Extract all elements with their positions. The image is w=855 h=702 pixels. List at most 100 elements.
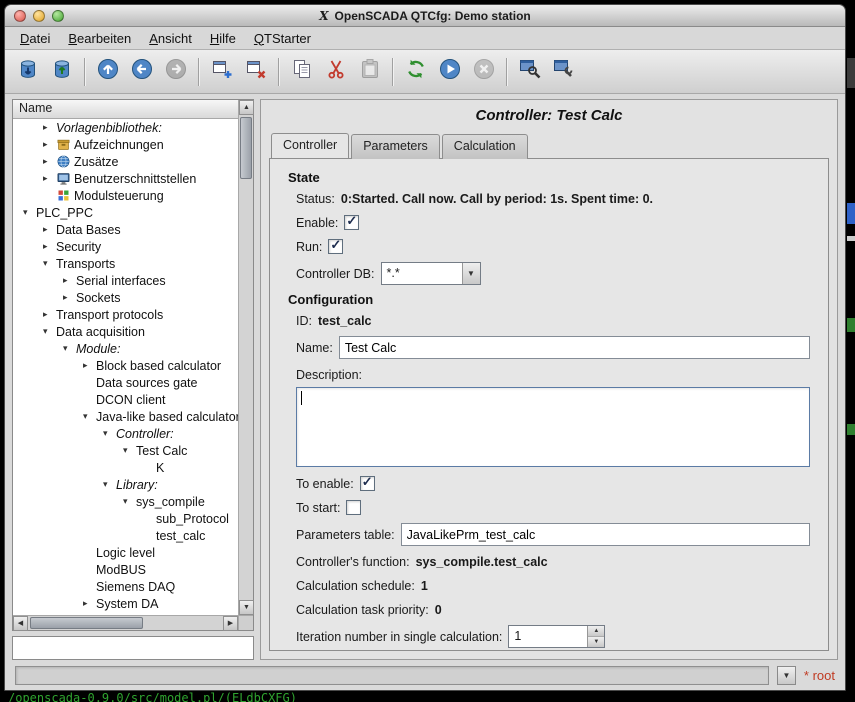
scroll-down-button[interactable]: ▼ bbox=[239, 600, 254, 615]
tree-expander-icon[interactable]: ▸ bbox=[83, 361, 96, 370]
tree-item[interactable]: ▸Vorlagenbibliothek: bbox=[13, 119, 238, 136]
tree-item[interactable]: Data sources gate bbox=[13, 374, 238, 391]
menu-item-qtstarter[interactable]: QTStarter bbox=[245, 29, 320, 48]
tree-item[interactable]: ModBUS bbox=[13, 561, 238, 578]
tree-item[interactable]: ▸Sockets bbox=[13, 289, 238, 306]
menu-item-datei[interactable]: Datei bbox=[11, 29, 59, 48]
tab-calculation[interactable]: Calculation bbox=[442, 134, 528, 159]
close-button[interactable] bbox=[14, 10, 26, 22]
horizontal-scroll-track[interactable] bbox=[28, 616, 223, 630]
tab-parameters[interactable]: Parameters bbox=[351, 134, 440, 159]
menu-item-bearbeiten[interactable]: Bearbeiten bbox=[59, 29, 140, 48]
tree-expander-icon[interactable]: ▸ bbox=[43, 140, 56, 149]
previous-button[interactable] bbox=[125, 55, 159, 89]
to-start-checkbox[interactable] bbox=[346, 500, 361, 515]
tree-expander-icon[interactable]: ▾ bbox=[83, 412, 96, 421]
tree-expander-icon[interactable]: ▾ bbox=[43, 259, 56, 268]
tree-expander-icon[interactable]: ▸ bbox=[43, 242, 56, 251]
minimize-button[interactable] bbox=[33, 10, 45, 22]
tree-expander-icon[interactable]: ▾ bbox=[123, 446, 136, 455]
tree-item[interactable]: Logic level bbox=[13, 544, 238, 561]
tree-item[interactable]: sub_Protocol bbox=[13, 510, 238, 527]
refresh-button[interactable] bbox=[399, 55, 433, 89]
copy-button[interactable] bbox=[285, 55, 319, 89]
spin-down-icon[interactable]: ▼ bbox=[588, 637, 604, 647]
tree-item[interactable]: ▾sys_compile bbox=[13, 493, 238, 510]
menu-item-ansicht[interactable]: Ansicht bbox=[140, 29, 201, 48]
tree-expander-icon[interactable]: ▾ bbox=[123, 497, 136, 506]
tree-expander-icon[interactable]: ▸ bbox=[43, 310, 56, 319]
scroll-left-button[interactable]: ◀ bbox=[13, 616, 28, 631]
tree-item[interactable]: ▸Block based calculator bbox=[13, 357, 238, 374]
enable-checkbox[interactable] bbox=[344, 215, 359, 230]
save-to-db-button[interactable] bbox=[45, 55, 79, 89]
tree-item[interactable]: ▸Transport protocols bbox=[13, 306, 238, 323]
chevron-down-icon[interactable]: ▼ bbox=[462, 263, 480, 284]
tree-item[interactable]: ▾Java-like based calculator bbox=[13, 408, 238, 425]
tree-item[interactable]: ▾Module: bbox=[13, 340, 238, 357]
tree-expander-icon[interactable]: ▸ bbox=[83, 599, 96, 608]
status-field[interactable] bbox=[15, 666, 769, 685]
scroll-right-button[interactable]: ▶ bbox=[223, 616, 238, 631]
tree-expander-icon[interactable]: ▾ bbox=[23, 208, 36, 217]
parameters-table-field[interactable] bbox=[401, 523, 810, 546]
spin-up-icon[interactable]: ▲ bbox=[588, 626, 604, 637]
tree-item[interactable]: ▸System DA bbox=[13, 595, 238, 612]
tree-column-header[interactable]: Name bbox=[13, 100, 238, 119]
tree-bottom-input[interactable] bbox=[12, 636, 254, 660]
vertical-scroll-track[interactable] bbox=[239, 115, 253, 600]
to-enable-checkbox[interactable] bbox=[360, 476, 375, 491]
scroll-up-button[interactable]: ▲ bbox=[239, 100, 254, 115]
iteration-number-stepper[interactable]: 1 ▲ ▼ bbox=[508, 625, 605, 648]
tree-expander-icon[interactable]: ▾ bbox=[63, 344, 76, 353]
tree-item-label: sys_compile bbox=[136, 495, 205, 509]
run-checkbox[interactable] bbox=[328, 239, 343, 254]
tree-expander-icon[interactable]: ▸ bbox=[43, 123, 56, 132]
tree-item[interactable]: ▸Security bbox=[13, 238, 238, 255]
tree-item[interactable]: ▾PLC_PPC bbox=[13, 204, 238, 221]
zoom-button[interactable] bbox=[52, 10, 64, 22]
vertical-scroll-thumb[interactable] bbox=[240, 117, 252, 179]
tree-item[interactable]: ▾Library: bbox=[13, 476, 238, 493]
tree-expander-icon[interactable]: ▸ bbox=[43, 174, 56, 183]
tree-expander-icon[interactable]: ▸ bbox=[63, 276, 76, 285]
tool-window-button[interactable] bbox=[513, 55, 547, 89]
tab-controller[interactable]: Controller bbox=[271, 133, 349, 158]
tree-expander-icon[interactable]: ▸ bbox=[63, 293, 76, 302]
horizontal-scroll-thumb[interactable] bbox=[30, 617, 143, 629]
titlebar[interactable]: XOpenSCADA QTCfg: Demo station bbox=[5, 5, 845, 27]
tree-item[interactable]: ▾Data acquisition bbox=[13, 323, 238, 340]
tree-expander-icon[interactable]: ▸ bbox=[43, 157, 56, 166]
controller-db-select[interactable]: *.* ▼ bbox=[381, 262, 481, 285]
tree-item[interactable]: ▸Zusätze bbox=[13, 153, 238, 170]
tree-expander-icon[interactable]: ▾ bbox=[103, 480, 116, 489]
vertical-scrollbar[interactable]: ▲ ▼ bbox=[238, 100, 253, 615]
cut-button[interactable] bbox=[319, 55, 353, 89]
tree-item[interactable]: ▸Benutzerschnittstellen bbox=[13, 170, 238, 187]
name-field[interactable] bbox=[339, 336, 810, 359]
tool-config-button[interactable] bbox=[547, 55, 581, 89]
horizontal-scrollbar[interactable]: ◀ ▶ bbox=[13, 615, 238, 630]
delete-item-button[interactable] bbox=[239, 55, 273, 89]
tree-item[interactable]: ▸Data Bases bbox=[13, 221, 238, 238]
tree-item[interactable]: Modulsteuerung bbox=[13, 187, 238, 204]
up-button[interactable] bbox=[91, 55, 125, 89]
tree-item[interactable]: ▾Controller: bbox=[13, 425, 238, 442]
tree-expander-icon[interactable]: ▾ bbox=[43, 327, 56, 336]
description-field[interactable] bbox=[296, 387, 810, 467]
tree-item[interactable]: ▸Aufzeichnungen bbox=[13, 136, 238, 153]
tree-expander-icon[interactable]: ▾ bbox=[103, 429, 116, 438]
tree-expander-icon[interactable]: ▸ bbox=[43, 225, 56, 234]
tree-item[interactable]: Siemens DAQ bbox=[13, 578, 238, 595]
menu-item-hilfe[interactable]: Hilfe bbox=[201, 29, 245, 48]
start-button[interactable] bbox=[433, 55, 467, 89]
tree-item[interactable]: ▾Transports bbox=[13, 255, 238, 272]
tree-item[interactable]: ▸Serial interfaces bbox=[13, 272, 238, 289]
tree-item[interactable]: K bbox=[13, 459, 238, 476]
tree-item[interactable]: test_calc bbox=[13, 527, 238, 544]
status-dropdown-button[interactable]: ▼ bbox=[777, 666, 796, 685]
tree-item[interactable]: ▾Test Calc bbox=[13, 442, 238, 459]
add-item-button[interactable] bbox=[205, 55, 239, 89]
tree-item[interactable]: DCON client bbox=[13, 391, 238, 408]
load-from-db-button[interactable] bbox=[11, 55, 45, 89]
